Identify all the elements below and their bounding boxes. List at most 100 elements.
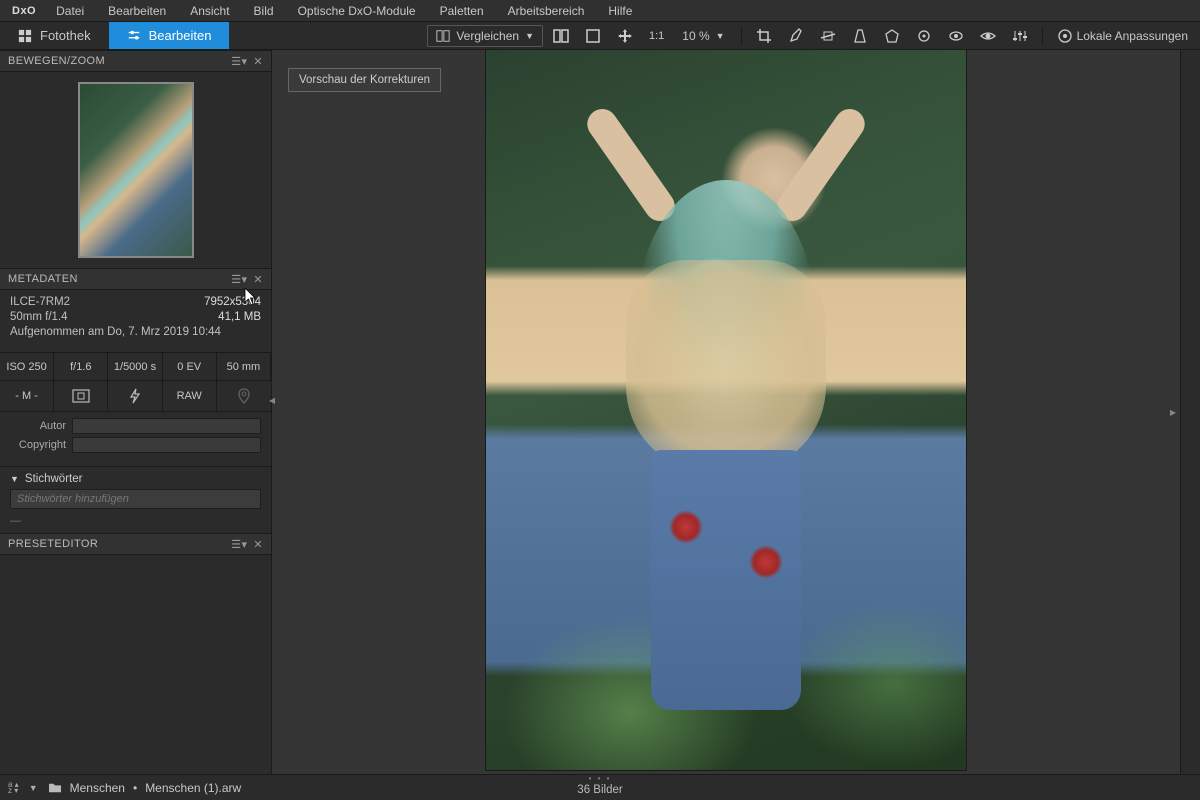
panel-close-icon[interactable]: ✕ [253, 538, 263, 551]
sort-button[interactable]: a ▴z ▾ [8, 782, 19, 794]
author-field[interactable] [72, 418, 261, 434]
meta-ev: 0 EV [163, 353, 217, 381]
redeye-tool-button[interactable] [942, 24, 970, 48]
keywords-input[interactable]: Stichwörter hinzufügen [10, 489, 261, 509]
keywords-empty: — [0, 515, 271, 533]
chevron-down-icon: ▼ [525, 31, 534, 41]
local-adjustments-button[interactable]: Lokale Anpassungen [1051, 24, 1194, 48]
filmstrip-toggle-grip[interactable]: • • • [589, 774, 612, 783]
panel-menu-icon[interactable]: ☰▾ [231, 273, 247, 286]
author-label: Autor [10, 420, 66, 432]
right-collapse-bar [1180, 50, 1200, 774]
menu-help[interactable]: Hilfe [598, 1, 642, 21]
metadata-title: METADATEN [8, 273, 78, 285]
crop-tool-button[interactable] [750, 24, 778, 48]
meta-mode: - M - [0, 381, 54, 412]
polygon-tool-button[interactable] [878, 24, 906, 48]
menu-view[interactable]: Ansicht [180, 1, 239, 21]
fit-button[interactable] [579, 24, 607, 48]
meta-iso: ISO 250 [0, 353, 54, 381]
navigator-thumbnail[interactable] [78, 82, 194, 258]
panel-splitter-grip[interactable]: ◂ [267, 380, 277, 420]
preset-header: PRESETEDITOR ☰▾ ✕ [0, 533, 271, 555]
meta-filesize: 41,1 MB [218, 311, 261, 323]
metadata-body: ILCE-7RM2 7952x5304 50mm f/1.4 41,1 MB A… [0, 290, 271, 346]
navigator-panel [0, 72, 271, 268]
keywords-title: Stichwörter [25, 473, 83, 485]
meta-flash-icon [108, 381, 162, 412]
meta-dimensions: 7952x5304 [204, 296, 261, 308]
panel-menu-icon[interactable]: ☰▾ [231, 55, 247, 68]
copyright-field[interactable] [72, 437, 261, 453]
zoom-dropdown[interactable]: 10 % ▼ [674, 26, 732, 46]
meta-focal: 50 mm [217, 353, 271, 381]
keywords-header[interactable]: ▼ Stichwörter [0, 467, 271, 489]
app-logo: DxO [6, 5, 42, 17]
breadcrumb-file: Menschen (1).arw [145, 781, 241, 795]
meta-gps-icon [217, 381, 271, 412]
compare-label: Vergleichen [456, 29, 519, 43]
image-count: 36 Bilder [500, 784, 700, 796]
folder-icon [48, 782, 62, 794]
meta-shutter: 1/5000 s [108, 353, 162, 381]
toolbar-separator [1042, 27, 1043, 45]
menu-workspace[interactable]: Arbeitsbereich [498, 1, 595, 21]
chevron-down-icon: ▼ [716, 31, 725, 41]
compare-icon [436, 29, 450, 43]
right-panel-grip[interactable]: ▸ [1168, 389, 1178, 435]
panel-close-icon[interactable]: ✕ [253, 55, 263, 68]
meta-raw: RAW [163, 381, 217, 412]
photo-content [486, 50, 966, 770]
adjust-tool-button[interactable] [1006, 24, 1034, 48]
eye-preview-button[interactable] [974, 24, 1002, 48]
breadcrumb-folder: Menschen [70, 781, 125, 795]
move-button[interactable] [611, 24, 639, 48]
breadcrumb-separator: • [133, 781, 137, 795]
exif-grid: ISO 250 f/1.6 1/5000 s 0 EV 50 mm - M - … [0, 352, 271, 412]
zoom-value: 10 % [682, 29, 709, 43]
menu-image[interactable]: Bild [244, 1, 284, 21]
menu-dxo-modules[interactable]: Optische DxO-Module [288, 1, 426, 21]
copyright-label: Copyright [10, 439, 66, 451]
toolbar-separator [741, 27, 742, 45]
side-by-side-button[interactable] [547, 24, 575, 48]
navigator-title: BEWEGEN/ZOOM [8, 55, 105, 67]
menu-palettes[interactable]: Paletten [430, 1, 494, 21]
meta-author-section: Autor Copyright [0, 412, 271, 461]
navigator-header: BEWEGEN/ZOOM ☰▾ ✕ [0, 50, 271, 72]
tab-fotothek-label: Fotothek [40, 28, 91, 43]
repair-tool-button[interactable] [910, 24, 938, 48]
tab-bearbeiten[interactable]: Bearbeiten [109, 22, 230, 49]
status-bar: a ▴z ▾ ▼ Menschen • Menschen (1).arw • •… [0, 774, 1200, 800]
chevron-down-icon[interactable]: ▼ [29, 783, 38, 793]
mode-tab-row: Fotothek Bearbeiten Vergleichen ▼ 1:1 10… [0, 22, 1200, 50]
viewer-toolbar: Vergleichen ▼ 1:1 10 % ▼ Lokale Anpassun… [421, 22, 1200, 49]
meta-captured: Aufgenommen am Do, 7. Mrz 2019 10:44 [10, 326, 221, 338]
eyedropper-tool-button[interactable] [782, 24, 810, 48]
target-icon [1057, 28, 1073, 44]
zoom-ratio-label: 1:1 [649, 30, 664, 42]
horizon-tool-button[interactable] [814, 24, 842, 48]
panel-close-icon[interactable]: ✕ [253, 273, 263, 286]
chevron-down-icon: ▼ [10, 474, 19, 484]
perspective-tool-button[interactable] [846, 24, 874, 48]
meta-lens: 50mm f/1.4 [10, 311, 68, 323]
grid-icon [18, 29, 32, 43]
preview-corrections-label: Vorschau der Korrekturen [288, 68, 441, 92]
menu-edit[interactable]: Bearbeiten [98, 1, 176, 21]
left-panel: BEWEGEN/ZOOM ☰▾ ✕ METADATEN ☰▾ ✕ ILCE-7R… [0, 50, 272, 774]
tab-bearbeiten-label: Bearbeiten [149, 28, 212, 43]
meta-camera: ILCE-7RM2 [10, 296, 70, 308]
meta-metering-icon [54, 381, 108, 412]
breadcrumb[interactable]: Menschen • Menschen (1).arw [48, 781, 242, 795]
preset-panel [0, 555, 271, 774]
metadata-header: METADATEN ☰▾ ✕ [0, 268, 271, 290]
menu-file[interactable]: Datei [46, 1, 94, 21]
tab-fotothek[interactable]: Fotothek [0, 22, 109, 49]
zoom-1-1-button[interactable]: 1:1 [643, 26, 670, 46]
image-viewport[interactable] [486, 50, 966, 770]
panel-menu-icon[interactable]: ☰▾ [231, 538, 247, 551]
canvas-area[interactable]: Vorschau der Korrekturen ▸ [272, 50, 1180, 774]
compare-dropdown[interactable]: Vergleichen ▼ [427, 25, 543, 47]
preset-title: PRESETEDITOR [8, 538, 98, 550]
